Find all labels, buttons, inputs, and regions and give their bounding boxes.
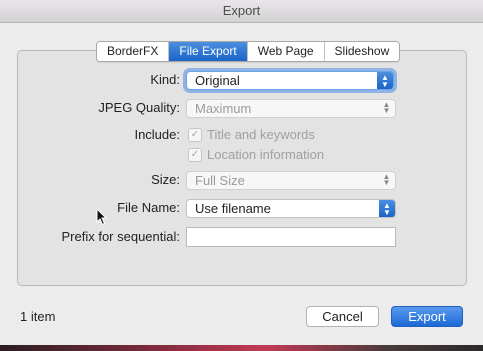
prefix-input[interactable] [186,227,396,247]
location-info-label: Location information [207,147,325,162]
kind-label: Kind: [150,72,180,87]
check-icon[interactable]: ✓ [188,147,202,162]
location-info-checkbox-row[interactable]: ✓ Location information [188,147,324,162]
file-name-value: Use filename [195,201,271,216]
tab-bar: BorderFX File Export Web Page Slideshow [96,41,401,62]
size-popup[interactable]: Full Size ▲ ▼ [186,171,396,190]
prefix-label: Prefix for sequential: [61,229,180,244]
desktop-background [0,345,483,351]
tab-file-export[interactable]: File Export [169,42,248,61]
title-keywords-label: Title and keywords [207,127,315,142]
kind-popup[interactable]: Original ▲ ▼ [186,71,394,90]
tab-borderfx[interactable]: BorderFX [97,42,170,61]
size-label: Size: [151,172,180,187]
up-down-chevron-icon: ▲ ▼ [379,200,395,217]
up-down-chevron-icon: ▲ ▼ [382,172,391,187]
jpeg-quality-value: Maximum [195,101,252,116]
tab-slideshow[interactable]: Slideshow [324,42,400,61]
up-down-chevron-icon: ▲ ▼ [377,72,393,89]
item-count: 1 item [20,309,56,324]
file-name-label: File Name: [117,200,180,215]
arrow-cursor-icon [96,208,108,226]
file-name-popup[interactable]: Use filename ▲ ▼ [186,199,396,218]
jpeg-quality-popup[interactable]: Maximum ▲ ▼ [186,99,396,118]
tab-web-page[interactable]: Web Page [247,42,325,61]
jpeg-quality-label: JPEG Quality: [98,100,180,115]
check-icon[interactable]: ✓ [188,127,202,142]
include-label: Include: [134,127,180,142]
export-dialog: Export BorderFX File Export Web Page Sli… [0,0,483,346]
window-title: Export [0,0,483,23]
kind-value: Original [195,73,240,88]
title-keywords-checkbox-row[interactable]: ✓ Title and keywords [188,127,315,142]
export-button[interactable]: Export [391,306,463,327]
size-value: Full Size [195,173,245,188]
up-down-chevron-icon: ▲ ▼ [382,100,391,115]
cancel-button[interactable]: Cancel [306,306,379,327]
